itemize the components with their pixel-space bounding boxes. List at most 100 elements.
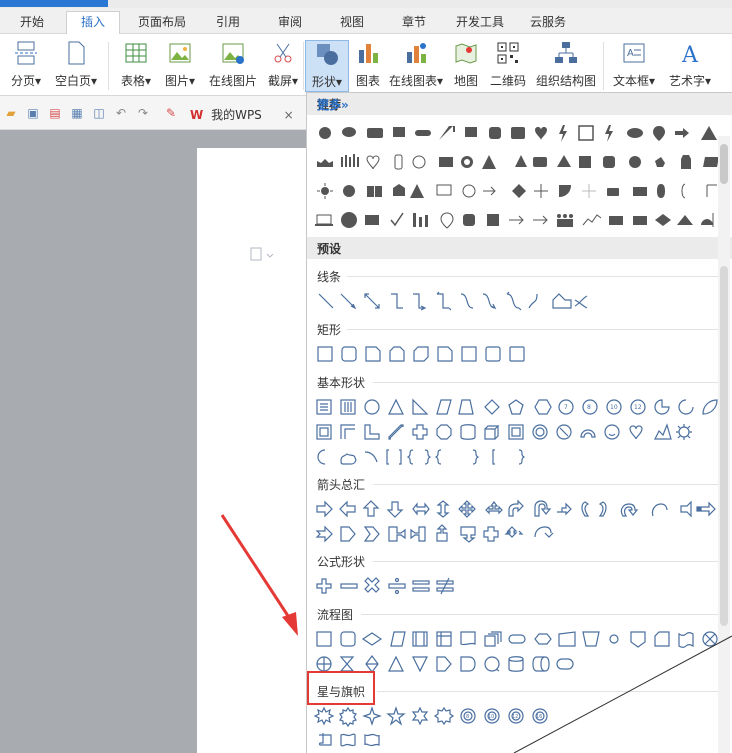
- tab-insert[interactable]: 插入: [66, 11, 121, 35]
- tab-developer[interactable]: 开发工具: [456, 12, 504, 34]
- dropdown-arrow-icon: ▾: [648, 74, 656, 88]
- org-chart-icon: [555, 42, 577, 63]
- dropdown-arrow-icon: ▾: [34, 74, 42, 88]
- wordart-button[interactable]: A 艺术字▾: [664, 40, 716, 92]
- dropdown-arrow-icon: ▾: [704, 74, 712, 88]
- blank-page-button[interactable]: 空白页▾: [50, 40, 102, 92]
- svg-text:12: 12: [512, 714, 518, 720]
- presets-header: 预设: [307, 237, 732, 259]
- tab-cloud[interactable]: 云服务: [530, 12, 566, 34]
- block-arrows-row-2[interactable]: [313, 523, 563, 545]
- basic-shapes-row-2[interactable]: [313, 421, 723, 443]
- paragraph-icon: [250, 247, 274, 261]
- screenshot-button[interactable]: 截屏▾: [264, 40, 302, 92]
- category-lines: 线条: [317, 270, 342, 284]
- ribbon-separator: [108, 42, 109, 90]
- category-block-arrows: 箭头总汇: [317, 478, 366, 492]
- scrollbar-track-highlight: [720, 266, 728, 626]
- stars-banners-row-1[interactable]: 8 10 12 16: [313, 705, 563, 727]
- close-icon[interactable]: ×: [284, 108, 294, 122]
- online-picture-label: 在线图片: [208, 74, 257, 88]
- table-label: 表格: [120, 74, 145, 88]
- wps-window: 开始 插入 页面布局 引用 审阅 视图 章节 开发工具 云服务 分页▾ 空白页▾…: [0, 0, 732, 753]
- category-divider: [361, 614, 721, 615]
- basic-shapes-row-3[interactable]: [313, 446, 543, 468]
- scrollbar-thumb[interactable]: [720, 144, 728, 184]
- scissors-icon: [274, 43, 292, 63]
- open-folder-icon[interactable]: ▰: [4, 106, 18, 120]
- qrcode-label: 二维码: [489, 74, 526, 88]
- document-tab-title: 我的WPS: [211, 108, 262, 122]
- shapes-button[interactable]: 形状▾: [305, 40, 349, 92]
- picture-icon: [169, 43, 191, 63]
- equation-shapes-row[interactable]: [313, 575, 463, 597]
- recommended-row-3[interactable]: [313, 180, 723, 202]
- ribbon-separator: [303, 42, 304, 90]
- document-tab[interactable]: W 我的WPS ×: [190, 104, 294, 126]
- more-link[interactable]: 更多»: [317, 96, 723, 113]
- svg-text:8: 8: [466, 714, 469, 720]
- qrcode-button[interactable]: 二维码: [488, 40, 528, 92]
- tab-review[interactable]: 审阅: [278, 12, 302, 34]
- stars-banners-highlight-box: [307, 671, 375, 705]
- org-chart-button[interactable]: 组织结构图: [534, 40, 598, 92]
- map-icon: [455, 43, 477, 64]
- svg-text:10: 10: [488, 714, 494, 720]
- stars-banners-row-2[interactable]: [313, 729, 393, 751]
- page-break-button[interactable]: 分页▾: [6, 40, 46, 92]
- tab-home[interactable]: 开始: [20, 12, 44, 34]
- dropdown-arrow-icon: ▾: [188, 74, 196, 88]
- wordart-label: 艺术字: [668, 74, 705, 88]
- textbox-button[interactable]: A 文本框▾: [608, 40, 660, 92]
- tab-page-layout[interactable]: 页面布局: [138, 12, 186, 34]
- block-arrows-row-1[interactable]: [313, 498, 723, 520]
- online-chart-button[interactable]: 在线图表▾: [387, 40, 445, 92]
- chart-label: 图表: [355, 74, 380, 88]
- undo-icon[interactable]: ↶: [114, 106, 128, 120]
- shapes-icon: [317, 44, 338, 65]
- org-chart-label: 组织结构图: [535, 74, 596, 88]
- svg-text:8: 8: [587, 404, 591, 411]
- table-button[interactable]: 表格▾: [116, 40, 156, 92]
- shapes-label: 形状: [311, 75, 336, 89]
- category-basic-shapes: 基本形状: [317, 376, 366, 390]
- category-divider: [373, 484, 721, 485]
- picture-button[interactable]: 图片▾: [160, 40, 200, 92]
- screenshot-label: 截屏: [267, 74, 292, 88]
- dropdown-arrow-icon: ▾: [291, 74, 299, 88]
- dropdown-arrow-icon: ▾: [90, 74, 98, 88]
- page-break-icon: [15, 41, 37, 65]
- panel-scrollbar[interactable]: [718, 136, 730, 753]
- category-divider: [373, 382, 721, 383]
- redo-icon[interactable]: ↷: [136, 106, 150, 120]
- dropdown-arrow-icon: ▾: [335, 75, 343, 89]
- chart-button[interactable]: 图表: [354, 40, 382, 92]
- dropdown-arrow-icon: ▾: [144, 74, 152, 88]
- save-icon[interactable]: ▣: [26, 106, 40, 120]
- format-painter-icon[interactable]: ✎: [164, 106, 178, 120]
- tab-view[interactable]: 视图: [340, 12, 364, 34]
- wps-logo-icon: W: [190, 108, 204, 122]
- category-divider: [373, 561, 721, 562]
- online-chart-icon: [407, 43, 426, 63]
- presets-title: 预设: [317, 242, 342, 256]
- flowchart-row-1[interactable]: [313, 628, 723, 650]
- export-pdf-icon[interactable]: ▤: [48, 106, 62, 120]
- online-picture-button[interactable]: 在线图片: [206, 40, 260, 92]
- lines-row[interactable]: [313, 290, 593, 312]
- textbox-icon: A: [623, 43, 645, 63]
- tab-references[interactable]: 引用: [216, 12, 240, 34]
- basic-shapes-row-1[interactable]: 7 8 10 12: [313, 396, 723, 418]
- picture-label: 图片: [164, 74, 189, 88]
- recommended-row-2[interactable]: [313, 151, 723, 173]
- app-menu-strip[interactable]: [0, 0, 108, 7]
- map-button[interactable]: 地图: [452, 40, 480, 92]
- print-icon[interactable]: ▦: [70, 106, 84, 120]
- tab-section[interactable]: 章节: [402, 12, 426, 34]
- recommended-row-4[interactable]: [313, 209, 723, 231]
- recommended-row-1[interactable]: [313, 122, 723, 144]
- wordart-icon: A: [681, 43, 699, 66]
- print-preview-icon[interactable]: ◫: [92, 106, 106, 120]
- insert-ribbon: 分页▾ 空白页▾ 表格▾ 图片▾ 在线图片 截屏▾ 形状▾ 图表 在线图表▾ 地…: [0, 34, 732, 96]
- rectangles-row[interactable]: [313, 343, 543, 365]
